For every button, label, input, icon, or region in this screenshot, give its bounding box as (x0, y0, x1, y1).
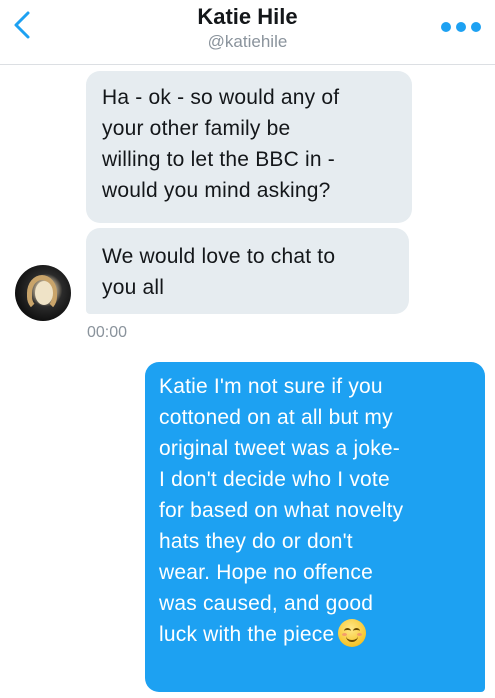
message-line: original tweet was a joke- (159, 437, 400, 460)
message-line: luck with the piece (159, 623, 335, 646)
message-line: Katie I'm not sure if you (159, 375, 383, 398)
message-bubble-incoming[interactable]: Ha - ok - so would any of your other fam… (86, 71, 412, 223)
message-bubble-incoming[interactable]: We would love to chat to you all (86, 228, 409, 314)
message-line: for based on what novelty (159, 499, 404, 522)
message-timestamp: 00:00 (87, 324, 128, 341)
contact-name: Katie Hile (197, 4, 298, 29)
message-line: cottoned on at all but my (159, 406, 393, 429)
message-bubble-outgoing[interactable]: Katie I'm not sure if you cottoned on at… (145, 362, 485, 692)
more-options-button[interactable] (441, 18, 483, 38)
message-line: I don't decide who I vote (159, 468, 390, 491)
avatar[interactable] (15, 265, 71, 321)
message-line: We would love to chat to (102, 245, 336, 268)
conversation-header: Katie Hile @katiehile (0, 0, 495, 65)
message-line: your other family be (102, 117, 291, 140)
message-last-line: luck with the piece (159, 619, 471, 650)
smiling-face-emoji-icon (338, 619, 367, 647)
message-line: you all (102, 276, 165, 299)
message-line: hats they do or don't (159, 530, 353, 553)
contact-handle: @katiehile (207, 32, 288, 51)
message-line: Ha - ok - so would any of (102, 86, 340, 109)
message-line: would you mind asking? (102, 179, 331, 202)
message-line: was caused, and good (159, 592, 374, 615)
message-line: wear. Hope no offence (159, 561, 373, 584)
message-line: willing to let the BBC in - (102, 148, 335, 171)
